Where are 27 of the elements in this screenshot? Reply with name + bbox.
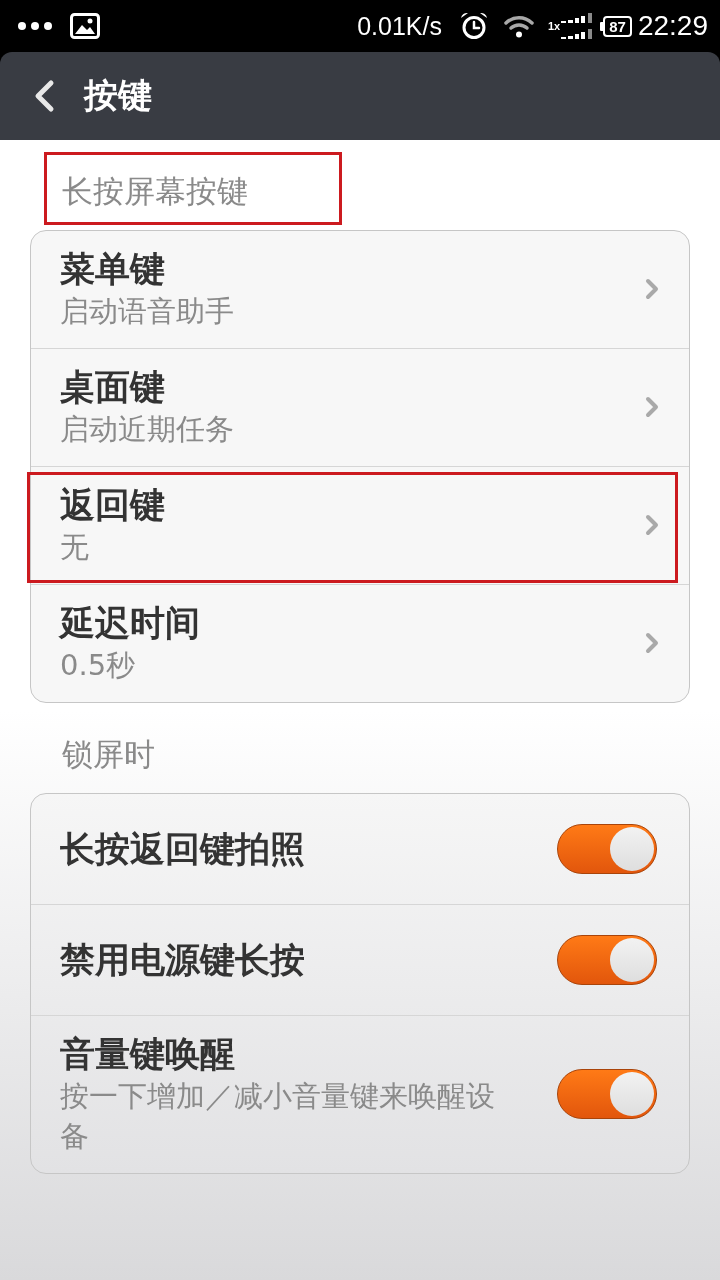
- setting-title: 返回键: [60, 484, 166, 527]
- battery-indicator: 87: [600, 15, 632, 37]
- setting-title: 桌面键: [60, 366, 166, 409]
- section-header: 锁屏时: [62, 735, 155, 774]
- alarm-clock-icon: [460, 12, 488, 40]
- setting-title: 长按返回键拍照: [60, 827, 306, 871]
- network-type-label: 1x: [548, 20, 561, 32]
- setting-description: 按一下增加／减小音量键来唤醒设备: [60, 1078, 496, 1155]
- toggle-switch[interactable]: [557, 823, 657, 874]
- clock-time: 22:29: [637, 10, 708, 42]
- setting-title: 菜单键: [60, 248, 166, 291]
- image-icon: [70, 13, 100, 39]
- wifi-icon: [504, 14, 534, 38]
- setting-value: 启动语音助手: [60, 293, 235, 330]
- setting-title: 延迟时间: [60, 602, 201, 645]
- setting-title: 禁用电源键长按: [60, 938, 306, 982]
- page-title: 按键: [84, 74, 152, 117]
- network-speed: 0.01K/s: [357, 11, 442, 41]
- setting-value: 无: [60, 529, 90, 566]
- more-dots-icon: [18, 22, 52, 30]
- setting-title: 音量键唤醒: [60, 1033, 236, 1076]
- toggle-switch[interactable]: [557, 1069, 657, 1119]
- toggle-switch[interactable]: [557, 934, 657, 985]
- setting-value: 启动近期任务: [60, 411, 235, 448]
- signal-icon: [560, 12, 595, 40]
- section-header: 长按屏幕按键: [62, 172, 248, 211]
- setting-value: 0.5秒: [60, 647, 137, 684]
